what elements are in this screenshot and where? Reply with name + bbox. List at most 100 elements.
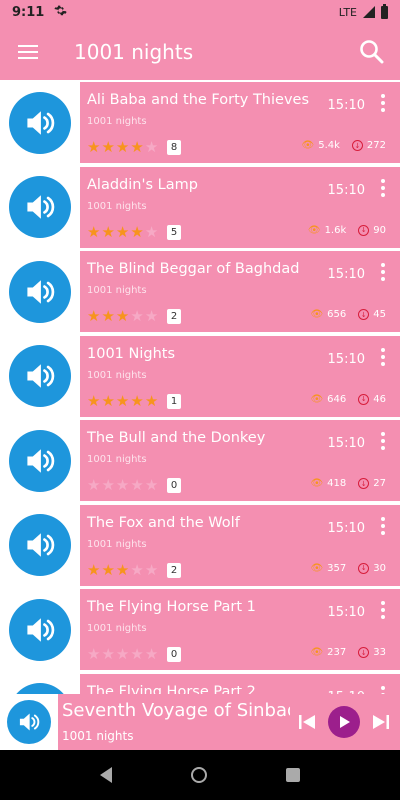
speaker-icon xyxy=(9,345,71,407)
star-icon: ★ xyxy=(115,138,130,156)
item-subtitle: 1001 nights xyxy=(87,369,147,381)
view-count: 357 xyxy=(327,562,347,574)
battery-icon xyxy=(381,3,388,19)
download-icon: ↓ xyxy=(358,224,370,236)
more-options-icon[interactable] xyxy=(380,516,386,535)
item-stats: 👁 656 ↓ 45 xyxy=(310,309,386,320)
search-icon[interactable] xyxy=(344,24,400,80)
rating-count: 0 xyxy=(167,647,181,662)
star-icon: ★ xyxy=(87,645,101,663)
star-icon: ★ xyxy=(144,138,159,156)
list-item[interactable]: The Fox and the Wolf 1001 nights 15:10 ★ ★ ★ ★… xyxy=(0,504,400,586)
star-icon: ★ xyxy=(101,391,115,410)
star-icon: ★ xyxy=(144,560,159,579)
rating-stars[interactable]: ★ ★ ★ ★ ★ xyxy=(87,560,159,579)
nav-home-icon[interactable] xyxy=(190,767,207,783)
star-icon: ★ xyxy=(130,307,144,325)
page-title: 1001 nights xyxy=(74,40,194,64)
item-subtitle: 1001 nights xyxy=(87,623,147,634)
item-title: The Bull and the Donkey xyxy=(87,430,266,446)
item-duration: 15:10 xyxy=(327,351,365,367)
download-icon: ↓ xyxy=(358,478,370,489)
list-item[interactable]: Aladdin's Lamp 1001 nights 15:10 ★ ★ ★ ★ ★ 5 👁 1.6… xyxy=(0,166,400,248)
item-stats: 👁 418 ↓ 27 xyxy=(310,478,386,489)
item-thumbnail xyxy=(0,420,80,501)
status-time: 9:11 xyxy=(12,4,45,20)
list-item[interactable]: The Blind Beggar of Baghdad 1001 nights 15… xyxy=(0,251,400,332)
rating-stars[interactable]: ★ ★ ★ ★ ★ xyxy=(87,647,158,662)
star-icon: ★ xyxy=(115,222,130,241)
rating-stars[interactable]: ★ ★ ★ ★ ★ xyxy=(87,309,158,324)
star-icon: ★ xyxy=(144,476,159,494)
item-stats: 👁 357 ↓ 30 xyxy=(310,562,386,574)
more-options-icon[interactable] xyxy=(380,94,386,112)
hamburger-menu-icon[interactable] xyxy=(0,24,56,80)
speaker-icon xyxy=(9,514,71,576)
item-subtitle: 1001 nights xyxy=(87,538,147,550)
rating-stars[interactable]: ★ ★ ★ ★ ★ xyxy=(87,222,159,241)
rating-stars[interactable]: ★ ★ ★ ★ ★ xyxy=(87,478,158,493)
rating-stars[interactable]: ★ ★ ★ ★ ★ xyxy=(87,140,158,155)
item-title: 1001 Nights xyxy=(87,345,176,362)
more-options-icon[interactable] xyxy=(380,601,386,619)
star-icon: ★ xyxy=(115,560,130,579)
item-title: Ali Baba and the Forty Thieves xyxy=(87,92,309,108)
star-icon: ★ xyxy=(130,138,144,156)
view-count: 237 xyxy=(327,647,347,658)
download-count: 27 xyxy=(373,478,386,489)
item-duration: 15:10 xyxy=(327,98,365,113)
more-options-icon[interactable] xyxy=(380,263,386,281)
download-icon: ↓ xyxy=(358,562,370,574)
star-icon: ★ xyxy=(144,222,159,241)
download-count: 30 xyxy=(373,562,386,574)
star-icon: ★ xyxy=(130,645,144,663)
star-icon: ★ xyxy=(144,307,159,325)
more-options-icon[interactable] xyxy=(380,347,386,366)
list-item[interactable]: The Bull and the Donkey 1001 nights 15:10 ★… xyxy=(0,420,400,501)
mini-player[interactable]: Seventh Voyage of Sinbad 1001 nights xyxy=(0,694,400,750)
list-item[interactable]: The Flying Horse Part 21001 nights15:10★… xyxy=(0,673,400,694)
download-icon: ↓ xyxy=(358,309,370,320)
more-options-icon[interactable] xyxy=(380,432,386,450)
star-icon: ★ xyxy=(115,476,130,494)
star-icon: ★ xyxy=(130,476,144,494)
skip-previous-icon[interactable] xyxy=(296,711,318,733)
list-item[interactable]: Ali Baba and the Forty Thieves 1001 night… xyxy=(0,82,400,163)
star-icon: ★ xyxy=(87,307,101,325)
more-options-icon[interactable] xyxy=(380,178,386,197)
system-nav-bar xyxy=(0,750,400,800)
eye-icon: 👁 xyxy=(301,140,315,151)
rating-stars[interactable]: ★ ★ ★ ★ ★ xyxy=(87,391,158,410)
item-stats: 👁 5.4k ↓ 272 xyxy=(301,140,386,151)
app-bar: 1001 nights xyxy=(0,24,400,80)
rating-count: 1 xyxy=(167,393,181,409)
speaker-icon xyxy=(9,260,71,323)
download-icon: ↓ xyxy=(358,647,370,658)
view-count: 646 xyxy=(327,393,347,405)
item-subtitle: 1001 nights xyxy=(87,116,147,127)
item-title: The Fox and the Wolf xyxy=(87,514,240,531)
rating-count: 5 xyxy=(167,224,181,240)
speaker-icon xyxy=(9,429,71,492)
play-button[interactable] xyxy=(328,706,360,738)
audio-list[interactable]: Ali Baba and the Forty Thieves 1001 night… xyxy=(0,82,400,694)
list-item[interactable]: 1001 Nights 1001 nights 15:10 ★ ★ ★ ★ ★ 1 👁 646 ↓ 46 xyxy=(0,335,400,417)
view-count: 1.6k xyxy=(324,224,347,236)
rating-count: 2 xyxy=(167,309,181,324)
settings-gear-icon xyxy=(54,4,67,21)
rating-count: 2 xyxy=(167,562,181,578)
download-icon: ↓ xyxy=(351,140,363,151)
nav-back-icon[interactable] xyxy=(99,767,112,783)
more-options-icon[interactable] xyxy=(380,685,386,694)
skip-next-icon[interactable] xyxy=(370,711,392,733)
speaker-icon xyxy=(9,598,71,661)
star-icon: ★ xyxy=(87,560,101,579)
eye-icon: 👁 xyxy=(310,393,324,405)
eye-icon: 👁 xyxy=(310,647,324,658)
nav-recents-icon[interactable] xyxy=(286,768,301,782)
list-item[interactable]: The Flying Horse Part 1 1001 nights 15:10 ★… xyxy=(0,589,400,670)
star-icon: ★ xyxy=(87,391,101,410)
item-subtitle: 1001 nights xyxy=(87,200,147,212)
player-track-title: Seventh Voyage of Sinbad xyxy=(62,700,290,721)
network-type: LTE xyxy=(338,5,357,19)
